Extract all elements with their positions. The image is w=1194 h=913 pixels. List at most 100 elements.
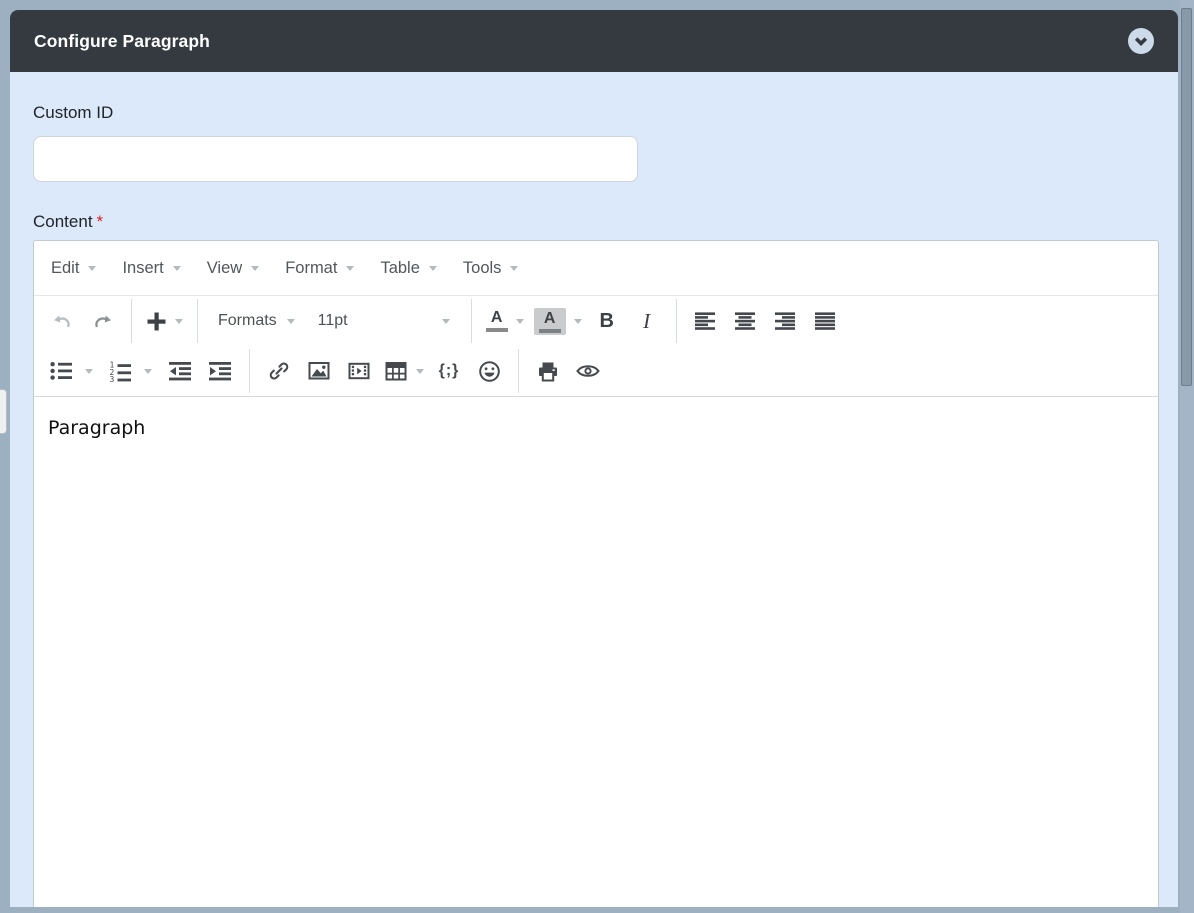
- toolbar-separator: [518, 349, 519, 393]
- menu-tools-label: Tools: [462, 258, 502, 277]
- menu-format[interactable]: Format: [272, 241, 367, 295]
- table-icon: [384, 360, 408, 383]
- link-icon: [267, 359, 291, 383]
- chevron-down-icon: [144, 368, 152, 374]
- menu-edit[interactable]: Edit: [38, 241, 109, 295]
- menu-view[interactable]: View: [194, 241, 272, 295]
- collapse-panel-button[interactable]: [1128, 28, 1154, 54]
- redo-button[interactable]: [85, 302, 119, 340]
- media-icon: [347, 359, 371, 383]
- align-left-icon: [695, 312, 716, 330]
- required-asterisk: *: [96, 212, 104, 231]
- insert-table-button[interactable]: [382, 352, 426, 390]
- align-left-button[interactable]: [689, 302, 723, 340]
- chevron-down-icon: [251, 265, 260, 271]
- left-scrollbar-stub[interactable]: [0, 389, 7, 434]
- panel-body: Custom ID Content *: [10, 103, 1178, 232]
- numbered-list-options-button[interactable]: [139, 352, 157, 390]
- chevron-down-icon: [428, 265, 437, 271]
- emoticons-button[interactable]: [472, 352, 506, 390]
- chevron-down-icon: [85, 368, 93, 374]
- code-sample-icon: {;}: [438, 362, 460, 379]
- panel-title: Configure Paragraph: [34, 30, 210, 51]
- emoticon-smiley-icon: [477, 359, 502, 384]
- insert-image-button[interactable]: [302, 352, 336, 390]
- print-button[interactable]: [531, 352, 565, 390]
- bullet-list-button[interactable]: [45, 352, 79, 390]
- numbered-list-button[interactable]: 1 2 3: [104, 352, 138, 390]
- menu-tools[interactable]: Tools: [450, 241, 532, 295]
- editor-content-area[interactable]: Paragraph: [34, 397, 1158, 907]
- toolbar-separator: [470, 299, 472, 343]
- editor-menubar: Edit Insert View Format Table Tools: [34, 241, 1158, 296]
- numbered-list-icon: 1 2 3: [109, 360, 133, 382]
- custom-id-input[interactable]: [33, 136, 638, 182]
- chevron-down-icon: [175, 318, 183, 324]
- menu-table-label: Table: [380, 258, 420, 277]
- scrollbar-thumb[interactable]: [1181, 8, 1192, 386]
- undo-button[interactable]: [45, 302, 79, 340]
- editor-toolbar-row1: Formats 11pt A A B I: [34, 296, 1158, 346]
- chevron-down-icon: [416, 368, 424, 374]
- menu-view-label: View: [206, 258, 243, 277]
- chevron-down-icon: [88, 265, 97, 271]
- text-color-icon: A: [485, 310, 508, 332]
- chevron-down-icon: [172, 265, 181, 271]
- chevron-down-icon: [573, 318, 582, 324]
- editor-toolbar-row2: 1 2 3 {;}: [34, 346, 1158, 397]
- rich-text-editor: Edit Insert View Format Table Tools Form…: [33, 240, 1159, 907]
- insert-link-button[interactable]: [262, 352, 296, 390]
- font-size-value: 11pt: [317, 312, 348, 329]
- chevron-down-icon: [346, 265, 355, 271]
- bullet-list-options-button[interactable]: [80, 352, 98, 390]
- custom-id-label: Custom ID: [33, 103, 114, 122]
- background-color-button[interactable]: A: [532, 302, 584, 340]
- vertical-scrollbar[interactable]: [1180, 0, 1194, 913]
- menu-table[interactable]: Table: [367, 241, 449, 295]
- chevron-down-icon: [286, 318, 295, 324]
- insert-media-button[interactable]: [342, 352, 376, 390]
- content-label: Content *: [33, 212, 1155, 232]
- text-color-button[interactable]: A: [484, 302, 526, 340]
- bold-button[interactable]: B: [590, 302, 624, 340]
- undo-arrow-icon: [51, 311, 74, 332]
- formats-dropdown[interactable]: Formats: [210, 302, 303, 340]
- configure-paragraph-panel: Configure Paragraph Custom ID Content * E…: [10, 10, 1178, 907]
- chevron-down-icon: [510, 265, 519, 271]
- menu-insert[interactable]: Insert: [109, 241, 193, 295]
- align-center-icon: [735, 312, 756, 330]
- editor-paragraph-text[interactable]: Paragraph: [48, 417, 1144, 439]
- chevron-down-icon: [441, 318, 450, 324]
- content-label-text: Content: [33, 212, 93, 231]
- font-size-dropdown[interactable]: 11pt: [309, 302, 459, 340]
- indent-button[interactable]: [203, 352, 237, 390]
- align-justify-button[interactable]: [809, 302, 843, 340]
- panel-header: Configure Paragraph: [10, 10, 1178, 72]
- menu-edit-label: Edit: [51, 258, 80, 277]
- image-icon: [307, 359, 331, 383]
- menu-format-label: Format: [285, 258, 338, 277]
- formats-label: Formats: [218, 312, 277, 329]
- outdent-button[interactable]: [163, 352, 197, 390]
- bullet-list-icon: [50, 361, 74, 381]
- toolbar-separator: [675, 299, 677, 343]
- align-right-icon: [775, 312, 796, 330]
- redo-arrow-icon: [91, 311, 114, 332]
- bold-icon: B: [599, 309, 614, 332]
- align-center-button[interactable]: [729, 302, 763, 340]
- italic-icon: I: [643, 308, 651, 333]
- toolbar-separator: [197, 299, 198, 343]
- preview-button[interactable]: [571, 352, 605, 390]
- chevron-down-icon: [515, 318, 524, 324]
- toolbar-separator: [249, 349, 250, 393]
- toolbar-separator: [131, 299, 132, 343]
- plus-icon: [146, 311, 167, 332]
- background-color-icon: A: [533, 307, 566, 335]
- code-sample-button[interactable]: {;}: [432, 352, 466, 390]
- align-justify-icon: [815, 312, 836, 330]
- insert-element-button[interactable]: [144, 302, 185, 340]
- italic-button[interactable]: I: [630, 302, 664, 340]
- indent-icon: [208, 361, 232, 381]
- align-right-button[interactable]: [769, 302, 803, 340]
- svg-text:3: 3: [110, 375, 115, 382]
